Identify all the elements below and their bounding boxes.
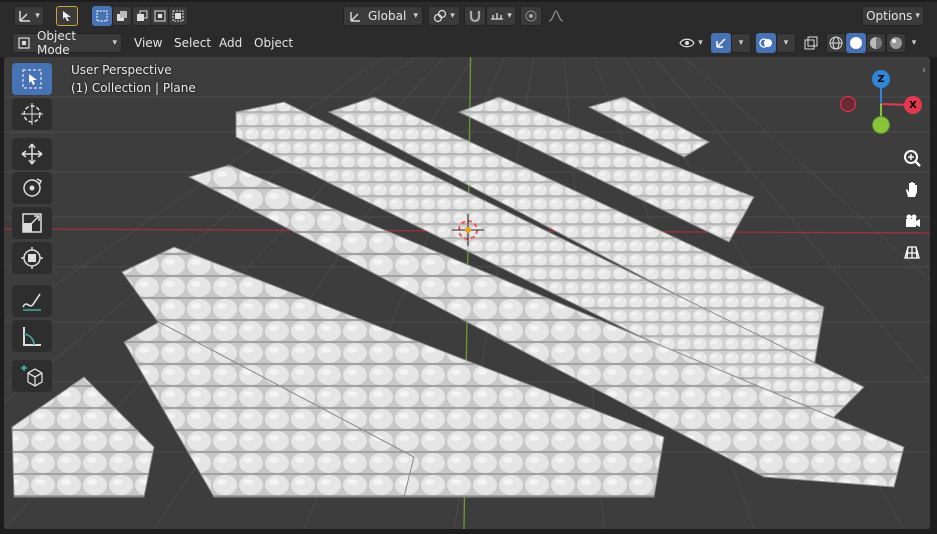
measure-icon	[23, 327, 41, 346]
tool-move[interactable]	[12, 138, 52, 170]
cursor-icon	[21, 103, 43, 125]
select-tool-button[interactable]	[56, 6, 78, 26]
tool-measure[interactable]	[12, 320, 52, 352]
pivot-icon	[434, 9, 447, 23]
ortho-toggle-button[interactable]	[897, 237, 927, 267]
menu-object[interactable]: Object	[248, 32, 299, 54]
solid-sphere-icon	[850, 37, 862, 49]
select-mode-intersect-button[interactable]	[168, 6, 188, 26]
transform-orientation-label: Global	[368, 9, 407, 23]
xray-icon	[804, 36, 818, 50]
perspective-label: User Perspective	[71, 63, 172, 77]
object-mode-label: Object Mode	[36, 29, 77, 57]
options-label: Options	[866, 9, 913, 23]
menu-add[interactable]: Add	[213, 32, 248, 54]
camera-view-button[interactable]	[897, 206, 927, 236]
3d-viewport[interactable]: User Perspective (1) Collection | Plane …	[4, 57, 930, 529]
tool-scale[interactable]	[12, 207, 52, 239]
pivot-point-dropdown[interactable]: ▾	[428, 6, 460, 26]
tool-settings-header: ▾ Global ▾ ▾ ▾ Options ▾	[0, 2, 937, 30]
gizmo-dropdown[interactable]: ▾	[731, 33, 751, 53]
shading-rendered-button[interactable]	[886, 33, 906, 53]
visibility-dropdown[interactable]: ▾	[676, 33, 706, 53]
axis-icon	[19, 11, 31, 22]
snap-target-dropdown[interactable]: ▾	[486, 6, 516, 26]
select-box-icon	[22, 69, 42, 89]
editor-type-button[interactable]: ▾	[14, 6, 44, 26]
navigation-gizmo[interactable]: Z X	[837, 67, 927, 137]
select-intersect-icon	[172, 10, 184, 22]
orientation-icon	[350, 12, 360, 22]
wireframe-sphere-icon	[829, 36, 843, 50]
shading-material-button[interactable]	[866, 33, 886, 53]
transform-orientation-dropdown[interactable]: Global ▾	[343, 6, 423, 26]
proportional-edit-toggle[interactable]	[520, 6, 542, 26]
snap-toggle[interactable]	[464, 6, 486, 26]
tool-annotate[interactable]	[12, 285, 52, 317]
xray-toggle[interactable]	[801, 33, 821, 53]
select-extend-icon	[117, 11, 127, 21]
overlays-dropdown[interactable]: ▾	[776, 33, 796, 53]
rendered-sphere-icon	[890, 37, 902, 49]
transform-icon	[21, 247, 43, 269]
object-mode-dropdown[interactable]: Object Mode ▾	[12, 29, 122, 57]
shading-wireframe-button[interactable]	[826, 33, 846, 53]
select-invert-icon	[154, 10, 166, 22]
gizmo-toggle[interactable]	[711, 33, 731, 53]
gizmo-x-axis[interactable]: X	[904, 96, 922, 114]
falloff-dropdown[interactable]	[542, 6, 570, 26]
gizmo-y-axis[interactable]	[872, 116, 890, 134]
tool-rotate[interactable]	[12, 172, 52, 204]
viewport-header: Object Mode ▾ View Select Add Object ▾ ▾ …	[0, 29, 937, 57]
select-new-icon	[96, 10, 108, 22]
magnet-icon	[469, 11, 481, 23]
snap-increment-icon	[491, 13, 504, 20]
menu-select[interactable]: Select	[168, 32, 217, 54]
proportional-icon	[525, 10, 537, 22]
pointer-icon	[63, 11, 71, 21]
annotate-icon	[22, 293, 41, 311]
scale-icon	[22, 213, 42, 233]
grid-ortho-icon	[904, 246, 920, 259]
tool-select-box[interactable]	[12, 63, 52, 95]
select-mode-extend-button[interactable]	[112, 6, 132, 26]
gizmo-z-axis[interactable]: Z	[872, 70, 890, 88]
rotate-icon	[23, 178, 43, 197]
material-sphere-icon	[870, 37, 882, 49]
pan-hand-icon	[906, 182, 917, 197]
overlays-icon	[759, 38, 772, 48]
shading-solid-button[interactable]	[846, 33, 866, 53]
tool-add-cube[interactable]	[12, 360, 52, 392]
tool-cursor[interactable]	[12, 98, 52, 130]
pan-button[interactable]	[897, 174, 927, 204]
sidebar-toggle-icon[interactable]: ‹	[922, 65, 930, 85]
collection-label: (1) Collection | Plane	[71, 81, 196, 95]
shading-dropdown[interactable]: ▾	[906, 33, 922, 53]
move-icon	[21, 143, 43, 165]
eye-icon	[679, 38, 695, 48]
add-cube-icon	[21, 365, 43, 387]
options-dropdown[interactable]: Options ▾	[862, 6, 924, 26]
zoom-button[interactable]	[897, 143, 927, 173]
viewport-scene	[4, 57, 930, 529]
select-mode-invert-button[interactable]	[150, 6, 170, 26]
menu-view[interactable]: View	[128, 32, 168, 54]
select-subtract-icon	[137, 10, 148, 21]
overlays-toggle[interactable]	[756, 33, 776, 53]
gizmo-icon	[716, 38, 726, 48]
tool-transform[interactable]	[12, 242, 52, 274]
gizmo-neg-x-axis[interactable]	[840, 96, 856, 112]
zoom-icon	[904, 150, 921, 167]
select-mode-new-button[interactable]	[92, 6, 112, 26]
camera-icon	[906, 214, 920, 227]
falloff-curve-icon	[548, 10, 564, 22]
select-mode-subtract-button[interactable]	[132, 6, 152, 26]
object-mode-icon	[18, 37, 30, 49]
